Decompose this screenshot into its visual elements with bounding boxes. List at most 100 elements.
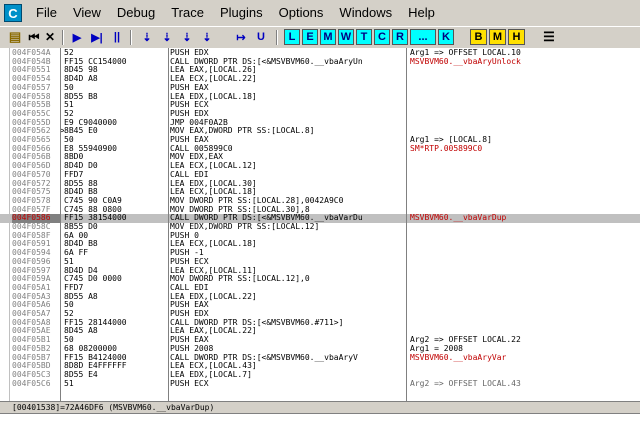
run-thread-icon[interactable]: ▶| [88,29,106,45]
address-cell: 004F0578 [12,196,51,205]
hex-dump-cell: 8D4D B8 [64,188,98,197]
menu-debug[interactable]: Debug [109,0,163,26]
instruction-row[interactable]: 004F05A3 8D55 A8 LEA EDX,[LOCAL.22] [0,293,640,302]
address-cell: 004F05AE [12,327,51,336]
instruction-row[interactable]: 004F05A8 FF15 28144000 CALL DWORD PTR DS:[… [0,319,640,328]
hardware-breakpoints-button[interactable]: H [508,29,525,45]
instruction-row[interactable]: 004F0551 8D45 98 LEA EAX,[LOCAL.26] [0,66,640,75]
execute-till-return-icon[interactable]: ↦ [232,29,250,45]
open-folder-icon[interactable]: ▤ [6,29,24,45]
address-cell: 004F054B [12,57,51,66]
disassembly-cell: MOV EDX,DWORD PTR SS:[LOCAL.12] [170,223,320,231]
disassembly-cell: LEA ECX,[LOCAL.18] [170,188,257,197]
hex-dump-cell: 51 [64,101,74,110]
menu-windows[interactable]: Windows [331,0,400,26]
memory-breakpoints-button[interactable]: M [489,29,506,45]
toolbar-separator [62,30,64,45]
trace-over-icon[interactable]: ⇣ [198,29,216,45]
threads-window-button[interactable]: T [356,29,372,45]
disassembly-cell: PUSH EAX [170,301,209,310]
instruction-row[interactable]: 004F0558 8D55 B8 LEA EDX,[LOCAL.18] [0,93,640,102]
address-cell: 004F0562 [12,127,51,136]
instruction-row[interactable]: 004F0578 C745 90 C0A9 MOV DWORD PTR SS:[LO… [0,197,640,206]
disassembly-pane[interactable]: 004F054A 52 PUSH EDX Arg1 => OFFSET LOCAL.1… [0,48,640,401]
instruction-row[interactable]: 004F055C 52 PUSH EDX [0,110,640,119]
address-cell: 004F0554 [12,75,51,84]
selected-instruction-row[interactable]: 004F0586 FF15 38154000 CALL DWORD PTR DS:[… [0,214,640,223]
menu-options[interactable]: Options [271,0,332,26]
instruction-row[interactable]: 004F055B 51 PUSH ECX [0,101,640,110]
instruction-row[interactable]: 004F05B1 50 PUSH EAX Arg2 => OFFSET LOCAL.2… [0,336,640,345]
instruction-row[interactable]: 004F058C 8B55 D0 MOV EDX,DWORD PTR SS:[LOC… [0,223,640,232]
instruction-row[interactable]: 004F056B 8BD0 MOV EDX,EAX [0,153,640,162]
disassembly-cell: LEA ECX,[LOCAL.11] [170,266,257,275]
list-icon[interactable]: ☰ [540,29,558,45]
instruction-row[interactable]: 004F056D 8D4D D0 LEA ECX,[LOCAL.12] [0,162,640,171]
instruction-row[interactable]: 004F057F C745 88 0800 MOV DWORD PTR SS:[LO… [0,206,640,215]
instruction-row[interactable]: 004F0566 E8 55940900 CALL 005899C0 SM*RTP.0… [0,145,640,154]
run-icon[interactable]: ▶ [68,29,86,45]
address-cell: 004F05A6 [12,301,51,310]
instruction-row[interactable]: 004F058F 6A 00 PUSH 0 [0,232,640,241]
menu-trace[interactable]: Trace [163,0,212,26]
disassembly-cell: PUSH 2008 [170,344,214,353]
hex-dump-cell: 8D4D D0 [64,162,98,171]
comment-cell: Arg2 => OFFSET LOCAL.22 [410,336,521,345]
instruction-row[interactable]: 004F05C6 51 PUSH ECX Arg2 => OFFSET LOCAL.4… [0,380,640,389]
instruction-row[interactable]: 004F0591 8D4D B8 LEA ECX,[LOCAL.18] [0,240,640,249]
instruction-row[interactable]: 004F054B FF15 CC154000 CALL DWORD PTR DS:[… [0,58,640,67]
disassembly-cell: LEA EDX,[LOCAL.22] [170,292,257,301]
modules-window-button[interactable]: E [302,29,318,45]
instruction-row[interactable]: 004F054A 52 PUSH EDX Arg1 => OFFSET LOCAL.1… [0,49,640,58]
call-stack-window-button[interactable]: K [438,29,454,45]
instruction-row[interactable]: 004F05A1 FFD7 CALL EDI [0,284,640,293]
cpu-window-button[interactable]: C [374,29,390,45]
instruction-row[interactable]: 004F0570 FFD7 CALL EDI [0,171,640,180]
execute-till-user-code-icon[interactable]: U [252,29,270,45]
restart-icon[interactable]: ⏮ [26,29,42,45]
menu-help[interactable]: Help [400,0,443,26]
instruction-row[interactable]: 004F0557 50 PUSH EAX [0,84,640,93]
run-trace-window-button[interactable]: ... [410,29,436,45]
instruction-row[interactable]: 004F059A C745 D0 0000 MOV DWORD PTR SS:[LO… [0,275,640,284]
instruction-row[interactable]: 004F0562 >8B45 E0 MOV EAX,DWORD PTR SS:[LO… [0,127,640,136]
instruction-row[interactable]: 004F0594 6A FF PUSH -1 [0,249,640,258]
trace-into-icon[interactable]: ⇣ [178,29,196,45]
app-icon[interactable]: C [4,4,22,22]
address-cell: 004F056D [12,162,51,171]
instruction-row[interactable]: 004F0596 51 PUSH ECX [0,258,640,267]
instruction-row[interactable]: 004F05B2 68 08200000 PUSH 2008 Arg1 = 2008 [0,345,640,354]
address-cell: 004F0565 [12,136,51,144]
instruction-row[interactable]: 004F0554 8D4D A8 LEA ECX,[LOCAL.22] [0,75,640,84]
step-into-icon[interactable]: ⇣ [138,29,156,45]
address-cell: 004F055C [12,109,51,118]
step-over-icon[interactable]: ⇣ [158,29,176,45]
instruction-row[interactable]: 004F05BD 8D8D E4FFFFFF LEA ECX,[LOCAL.43] [0,362,640,371]
references-window-button[interactable]: R [392,29,408,45]
disassembly-cell: LEA EAX,[LOCAL.22] [170,327,257,336]
instruction-row[interactable]: 004F0572 8D55 88 LEA EDX,[LOCAL.30] [0,180,640,189]
instruction-row[interactable]: 004F05A6 50 PUSH EAX [0,301,640,310]
log-window-button[interactable]: L [284,29,300,45]
instruction-row[interactable]: 004F0565 50 PUSH EAX Arg1 => [LOCAL.8] [0,136,640,145]
instruction-row[interactable]: 004F05B7 FF15 B4124000 CALL DWORD PTR DS:[… [0,354,640,363]
comment-cell: SM*RTP.005899C0 [410,144,483,153]
instruction-row[interactable]: 004F05A7 52 PUSH EDX [0,310,640,319]
instruction-row[interactable]: 004F05C3 8D55 E4 LEA EDX,[LOCAL.7] [0,371,640,380]
address-cell: 004F0596 [12,257,51,266]
windows-window-button[interactable]: W [338,29,354,45]
address-cell: 004F059A [12,275,51,284]
menu-view[interactable]: View [65,0,109,26]
menu-file[interactable]: File [28,0,65,26]
instruction-row[interactable]: 004F0575 8D4D B8 LEA ECX,[LOCAL.18] [0,188,640,197]
hex-dump-cell: 8B55 D0 [64,223,98,231]
pause-icon[interactable]: || [108,29,126,45]
instruction-row[interactable]: 004F05AE 8D45 A8 LEA EAX,[LOCAL.22] [0,327,640,336]
instruction-row[interactable]: 004F0597 8D4D D4 LEA ECX,[LOCAL.11] [0,267,640,276]
close-icon[interactable]: ✕ [42,29,58,45]
memory-window-button[interactable]: M [320,29,336,45]
menu-plugins[interactable]: Plugins [212,0,271,26]
instruction-row[interactable]: 004F055D E9 C9040000 JMP 004F0A2B [0,119,640,128]
address-cell: 004F056B [12,153,51,162]
breakpoints-window-button[interactable]: B [470,29,487,45]
